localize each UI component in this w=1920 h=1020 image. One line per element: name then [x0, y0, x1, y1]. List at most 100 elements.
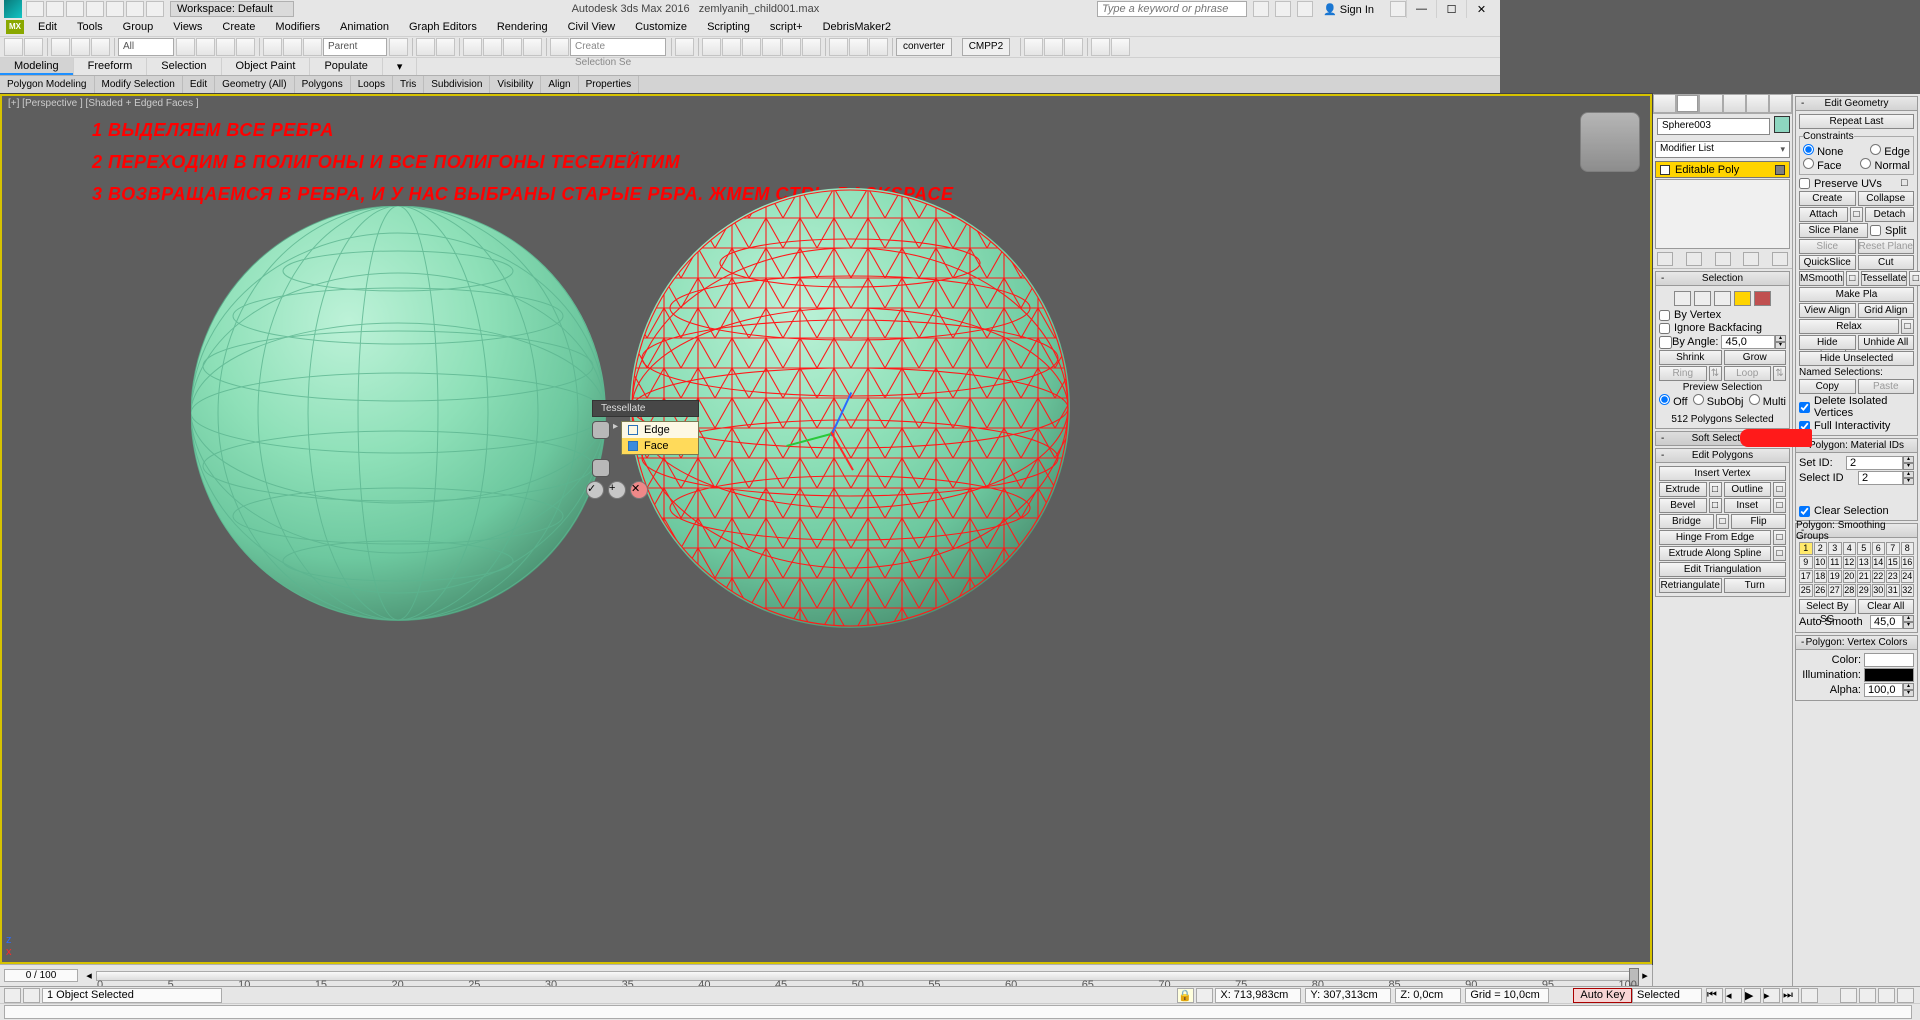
sg-27[interactable]: 27: [1828, 584, 1842, 597]
ribbon-expand-icon[interactable]: ▾: [383, 58, 418, 75]
make-unique-icon[interactable]: [1715, 252, 1731, 266]
loop-button[interactable]: Loop: [1724, 366, 1772, 381]
modifier-stack[interactable]: [1655, 179, 1790, 249]
qat-button[interactable]: [146, 1, 164, 17]
subobj-edge[interactable]: [1694, 291, 1711, 306]
menu-customize[interactable]: Customize: [625, 21, 697, 33]
shrink-button[interactable]: Shrink: [1659, 350, 1722, 365]
keymode-icon[interactable]: [436, 38, 455, 56]
menu-animation[interactable]: Animation: [330, 21, 399, 33]
sg-11[interactable]: 11: [1828, 556, 1842, 569]
tab-display-icon[interactable]: [1746, 94, 1769, 113]
hide-selected-button[interactable]: Hide Selected: [1799, 335, 1856, 350]
by-angle-spinner[interactable]: By Angle:45,0▴▾: [1659, 335, 1786, 349]
detach-button[interactable]: Detach: [1865, 207, 1914, 222]
sg-22[interactable]: 22: [1872, 570, 1886, 583]
render-icon[interactable]: [869, 38, 888, 56]
subobj-border[interactable]: [1714, 291, 1731, 306]
rollout-smoothing-groups[interactable]: Polygon: Smoothing Groups: [1795, 523, 1918, 538]
show-end-result-icon[interactable]: [1686, 252, 1702, 266]
exchange-icon[interactable]: [1275, 1, 1291, 17]
help-icon[interactable]: [1390, 1, 1406, 17]
ribbon-group[interactable]: Modify Selection: [95, 76, 183, 94]
edit-named-sel-icon[interactable]: [550, 38, 569, 56]
ribbon-group[interactable]: Geometry (All): [215, 76, 294, 94]
collapse-button[interactable]: Collapse: [1858, 191, 1915, 206]
qat-button[interactable]: [126, 1, 144, 17]
menu-graph-editors[interactable]: Graph Editors: [399, 21, 487, 33]
caddy-tension-button[interactable]: [592, 459, 610, 477]
lock-selection-icon[interactable]: 🔒: [1177, 988, 1194, 1003]
select-id-button[interactable]: Select ID: [1799, 472, 1855, 484]
sg-19[interactable]: 19: [1828, 570, 1842, 583]
sg-21[interactable]: 21: [1857, 570, 1871, 583]
menu-scriptplus[interactable]: script+: [760, 21, 813, 33]
nav-pan-icon[interactable]: [1840, 988, 1857, 1003]
menu-debrismaker[interactable]: DebrisMaker2: [813, 21, 901, 33]
coord-x[interactable]: X: 713,983cm: [1215, 988, 1301, 1003]
sg-15[interactable]: 15: [1886, 556, 1900, 569]
caddy-type-button[interactable]: [592, 421, 610, 439]
caddy-option-face[interactable]: Face: [622, 438, 698, 454]
edit-tri-button[interactable]: Edit Triangulation: [1659, 562, 1786, 577]
copy-sel-button[interactable]: Copy: [1799, 379, 1856, 394]
material-name-dropdown[interactable]: [1799, 487, 1914, 503]
sg-4[interactable]: 4: [1843, 542, 1857, 555]
isolate-icon[interactable]: [1196, 988, 1213, 1003]
align-icon[interactable]: [702, 38, 721, 56]
time-slider[interactable]: 0 / 100 ◂ 051015202530354045505560657075…: [0, 964, 1652, 986]
help-search-input[interactable]: [1097, 1, 1247, 17]
repeat-last-button[interactable]: Repeat Last: [1799, 114, 1914, 129]
auto-key-button[interactable]: Auto Key: [1573, 988, 1632, 1003]
paste-sel-button[interactable]: Paste: [1858, 379, 1915, 394]
toggle-ribbon-icon[interactable]: [742, 38, 761, 56]
redo-icon[interactable]: [24, 38, 43, 56]
window-crossing-icon[interactable]: [236, 38, 255, 56]
caddy-cancel-icon[interactable]: ✕: [630, 481, 648, 499]
selection-filter[interactable]: All: [118, 38, 174, 56]
ribbon-group[interactable]: Align: [541, 76, 578, 94]
sg-25[interactable]: 25: [1799, 584, 1813, 597]
frame-position[interactable]: 0 / 100: [4, 969, 78, 982]
extra-icon[interactable]: [1044, 38, 1063, 56]
maxscript-icon[interactable]: MX: [6, 20, 24, 34]
percent-snap-icon[interactable]: [503, 38, 522, 56]
scale-icon[interactable]: [303, 38, 322, 56]
ribbon-tab-freeform[interactable]: Freeform: [74, 58, 148, 75]
extrude-settings[interactable]: □: [1709, 482, 1722, 497]
object-color-swatch[interactable]: [1774, 116, 1790, 133]
sg-32[interactable]: 32: [1901, 584, 1915, 597]
menu-civil-view[interactable]: Civil View: [558, 21, 625, 33]
rollout-selection[interactable]: Selection: [1655, 271, 1790, 286]
qat-button[interactable]: [66, 1, 84, 17]
grid-align-button[interactable]: Grid Align: [1858, 303, 1915, 318]
tab-hierarchy-icon[interactable]: [1699, 94, 1722, 113]
undo-icon[interactable]: [4, 38, 23, 56]
ribbon-tab-modeling[interactable]: Modeling: [0, 58, 74, 75]
sg-3[interactable]: 3: [1828, 542, 1842, 555]
curve-editor-icon[interactable]: [762, 38, 781, 56]
window-maximize[interactable]: ☐: [1436, 0, 1466, 18]
sg-9[interactable]: 9: [1799, 556, 1813, 569]
bind-icon[interactable]: [91, 38, 110, 56]
rollout-vertex-colors[interactable]: Polygon: Vertex Colors: [1795, 635, 1918, 650]
cut-button[interactable]: Cut: [1858, 255, 1915, 270]
remove-modifier-icon[interactable]: [1743, 252, 1759, 266]
tab-modify-icon[interactable]: [1676, 94, 1699, 113]
extrude-button[interactable]: Extrude: [1659, 482, 1707, 497]
ribbon-group[interactable]: Tris: [393, 76, 424, 94]
select-name-icon[interactable]: [196, 38, 215, 56]
insert-vertex-button[interactable]: Insert Vertex: [1659, 466, 1786, 481]
outline-settings[interactable]: □: [1773, 482, 1786, 497]
menu-rendering[interactable]: Rendering: [487, 21, 558, 33]
smoothing-group-grid[interactable]: 1234567891011121314151617181920212223242…: [1799, 542, 1914, 597]
preserve-uvs-check[interactable]: Preserve UVs□: [1799, 177, 1914, 190]
caddy-apply-icon[interactable]: +: [608, 481, 626, 499]
workspace-selector[interactable]: Workspace: Default: [170, 1, 294, 17]
extrude-spline-button[interactable]: Extrude Along Spline: [1659, 546, 1771, 561]
maxscript-listener-icon[interactable]: [4, 988, 21, 1003]
grow-button[interactable]: Grow: [1724, 350, 1787, 365]
caddy-option-edge[interactable]: Edge: [622, 422, 698, 438]
prev-frame-icon[interactable]: ◂: [1725, 988, 1742, 1003]
subobj-polygon[interactable]: [1734, 291, 1751, 306]
